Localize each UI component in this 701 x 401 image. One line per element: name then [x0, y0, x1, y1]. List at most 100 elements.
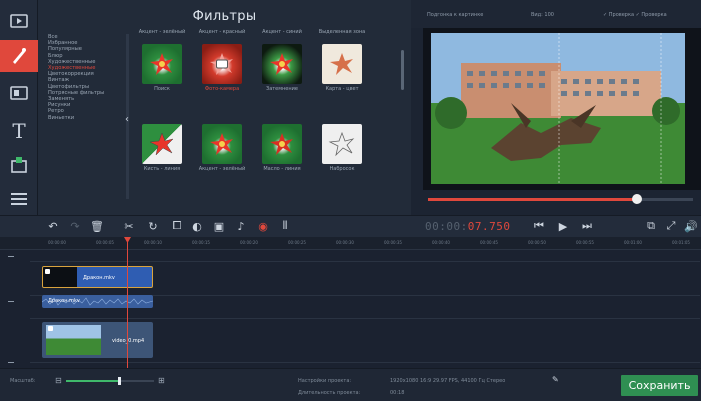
undo-icon[interactable]: ↶: [46, 219, 60, 233]
filter-thumb[interactable]: Акцент - синий Затемнение: [258, 29, 306, 99]
audio-icon[interactable]: ♪: [234, 219, 248, 233]
filters-panel: Фильтры Все Избранное Популярные Блюр Ху…: [38, 0, 411, 215]
clip-badge-icon: [45, 269, 50, 274]
filter-grid-scrollbar[interactable]: [401, 50, 404, 90]
record-icon[interactable]: ◉: [256, 219, 270, 233]
prev-frame-icon[interactable]: ⏮: [532, 219, 546, 233]
export-frame-icon[interactable]: ⧉: [644, 219, 658, 233]
more-tools-icon[interactable]: [6, 186, 32, 212]
filter-thumb[interactable]: Набросок: [318, 110, 366, 179]
project-settings-value: 1920x1080 16:9 29.97 FPS, 44100 Гц Стере…: [390, 378, 506, 384]
redo-icon[interactable]: ↷: [68, 219, 82, 233]
zoom-label: Масштаб:: [10, 378, 36, 384]
titles-icon[interactable]: T: [6, 118, 32, 144]
save-button[interactable]: Сохранить: [621, 375, 698, 396]
fit-dropdown[interactable]: Подгонка к картинке: [427, 12, 483, 18]
track-marker: [8, 256, 14, 257]
ruler-tick: 00:00:45: [480, 240, 498, 245]
filter-caption: Поиск: [154, 86, 170, 92]
filter-top-caption: [198, 110, 246, 124]
filter-top-caption: Акцент - красный: [198, 29, 246, 35]
crop-icon[interactable]: ⧠: [170, 219, 184, 233]
play-icon[interactable]: ▶: [556, 219, 570, 233]
preview-checkboxes[interactable]: ✓ Проверка ✓ Проверка: [603, 12, 667, 18]
timecode-prefix: 00:00:: [425, 220, 468, 233]
video-preview[interactable]: [423, 28, 701, 190]
zoom-slider-handle[interactable]: [118, 377, 121, 385]
filter-thumb-active[interactable]: Акцент - красный Фото-камера: [198, 29, 246, 99]
filter-caption: Акцент - зелёный: [198, 166, 246, 172]
main-video-clip[interactable]: video_0.mp4: [42, 322, 153, 358]
category-list: Все Избранное Популярные Блюр Художестве…: [48, 34, 126, 121]
filter-preview-image: [202, 44, 242, 84]
delete-icon[interactable]: 🗑: [90, 219, 104, 233]
filter-top-caption: [318, 110, 366, 124]
timeline-ruler[interactable]: 00:00:00 00:00:05 00:00:10 00:00:15 00:0…: [0, 237, 701, 250]
import-icon[interactable]: [6, 8, 32, 34]
playback-progress[interactable]: [428, 198, 638, 201]
stickers-icon[interactable]: [6, 152, 32, 178]
playback-knob[interactable]: [632, 194, 642, 204]
ruler-tick: 00:00:00: [48, 240, 66, 245]
playhead[interactable]: [127, 237, 128, 368]
ruler-tick: 00:00:55: [576, 240, 594, 245]
zoom-out-icon[interactable]: ⊟: [55, 376, 62, 385]
ruler-tick: 00:00:25: [288, 240, 306, 245]
clip-badge-icon: [48, 326, 53, 331]
zoom-in-icon[interactable]: ⊞: [158, 376, 165, 385]
filter-preview-image: [322, 124, 362, 164]
next-frame-icon[interactable]: ⏭: [580, 219, 594, 233]
tool-sidebar: T: [0, 0, 38, 215]
transitions-icon[interactable]: [6, 80, 32, 106]
edit-toolbar: ↶ ↷ 🗑 ✂ ↻ ⧠ ◐ ▣ ♪ ◉ ⦀ 00:00:07.750 ⏮ ▶ ⏭…: [0, 215, 701, 237]
ruler-tick: 00:01:00: [624, 240, 642, 245]
filter-preview-image: [202, 124, 242, 164]
ruler-tick: 00:00:15: [192, 240, 210, 245]
filter-thumb[interactable]: Выделенная зона Карта - цвет: [318, 29, 366, 99]
preview-frame-image: [431, 33, 685, 184]
filter-thumb[interactable]: Акцент - зелёный: [198, 110, 246, 179]
filter-thumb[interactable]: Кисть - линия: [138, 110, 186, 179]
duration-value: 00:18: [390, 390, 405, 396]
filters-tool-icon[interactable]: [0, 40, 38, 72]
status-bar: Масштаб: ⊟ ⊞ Настройки проекта: 1920x108…: [0, 368, 701, 401]
ruler-tick: 00:00:50: [528, 240, 546, 245]
clip-thumbnail: [46, 325, 101, 355]
video-editor-window: T Фильтры Все Избранное Популярные Блюр …: [0, 0, 701, 401]
filter-thumb[interactable]: Акцент - зелёный Поиск: [138, 29, 186, 99]
ruler-tick: 00:00:10: [144, 240, 162, 245]
filter-top-caption: Выделенная зона: [318, 29, 366, 35]
preview-options-bar: Подгонка к картинке Вид: 100 ✓ Проверка …: [411, 0, 701, 28]
track-divider: [30, 318, 700, 319]
ruler-tick: 00:00:35: [384, 240, 402, 245]
clip-label: video_0.mp4: [112, 338, 145, 344]
filter-thumb[interactable]: Масло - линия: [258, 110, 306, 179]
timecode: 00:00:07.750: [425, 220, 511, 233]
filter-caption: Кисть - линия: [143, 166, 181, 172]
equalizer-icon[interactable]: ⦀: [278, 219, 292, 233]
color-adjust-icon[interactable]: ◐: [190, 219, 204, 233]
category-item[interactable]: Виньетки: [48, 115, 126, 121]
collapse-arrow-icon[interactable]: ‹: [125, 114, 129, 125]
playback-track[interactable]: [638, 198, 693, 201]
fullscreen-icon[interactable]: ⤢: [664, 219, 678, 233]
filter-caption: Карта - цвет: [325, 86, 359, 92]
clip-label: Дракон.mkv: [83, 275, 115, 281]
timeline[interactable]: Дракон.mkv Дракон.mkv video_0.mp4: [0, 250, 701, 368]
track-marker: [8, 362, 14, 363]
filter-caption: Набросок: [329, 166, 355, 172]
rotate-icon[interactable]: ↻: [146, 219, 160, 233]
ruler-tick: 00:01:05: [672, 240, 690, 245]
filter-preview-image: [142, 44, 182, 84]
track-divider: [30, 362, 700, 363]
audio-clip[interactable]: Дракон.mkv: [42, 295, 153, 308]
cut-icon[interactable]: ✂: [122, 219, 136, 233]
edit-settings-icon[interactable]: ✎: [552, 375, 559, 384]
image-icon[interactable]: ▣: [212, 219, 226, 233]
filter-top-caption: [138, 110, 186, 124]
duration-label: Длительность проекта:: [298, 390, 361, 396]
volume-icon[interactable]: 🔊: [684, 219, 698, 233]
zoom-select[interactable]: Вид: 100: [531, 12, 554, 18]
filter-caption: Фото-камера: [204, 86, 240, 92]
overlay-clip[interactable]: Дракон.mkv: [42, 266, 153, 288]
